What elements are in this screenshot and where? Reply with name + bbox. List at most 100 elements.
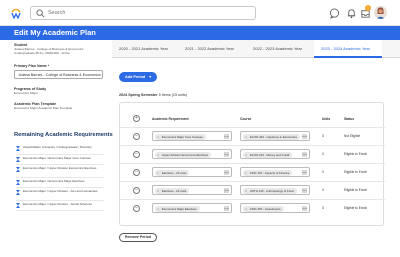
primary-plan-label: Primary Plan Name * — [14, 64, 50, 68]
user-avatar[interactable] — [374, 6, 387, 19]
chat-icon[interactable] — [329, 8, 340, 19]
hourglass-icon — [16, 179, 20, 185]
course-pill-label: ECON 443 - Capstone in Economics — [250, 135, 297, 139]
page-header: Edit My Academic Plan — [0, 26, 400, 40]
add-period-label: Add Period — [125, 75, 146, 79]
remove-pill-icon[interactable]: × — [245, 134, 247, 140]
requirement-item-label: Ahead Matter University / Undergraduate … — [23, 145, 92, 149]
course-selector[interactable]: × FINC 287 - Investments — [240, 203, 310, 213]
course-pill[interactable]: × ANTH 143 - Anthropology of Food — [243, 188, 297, 194]
add-period-button[interactable]: Add Period ▼ — [119, 72, 157, 82]
table-row: − × Upper Division Economics Electives × E… — [120, 145, 385, 162]
table-row: − × Electives - 23 units × FINC 187 - Aspe… — [120, 163, 385, 180]
academic-year-tabs: 2020 - 2021 Academic Year 2021 - 2022 Ac… — [112, 40, 400, 58]
list-icon[interactable] — [302, 206, 307, 211]
units-value: 3 — [322, 206, 324, 210]
hourglass-icon — [16, 202, 20, 208]
tab-2023-2024[interactable]: 2023 - 2024 Academic Year — [314, 40, 382, 58]
hourglass-icon — [16, 156, 20, 162]
bell-icon[interactable] — [346, 8, 357, 19]
units-value: 3 — [322, 188, 324, 192]
requirement-item[interactable]: Ahead Matter University / Undergraduate … — [16, 144, 104, 155]
remove-row-button[interactable]: − — [133, 133, 140, 140]
list-icon[interactable] — [224, 152, 229, 157]
list-icon[interactable] — [302, 170, 307, 175]
remove-pill-icon[interactable]: × — [157, 152, 159, 158]
workday-logo-icon[interactable] — [10, 7, 22, 19]
remove-pill-icon[interactable]: × — [245, 152, 247, 158]
remove-pill-icon[interactable]: × — [245, 206, 247, 212]
requirement-item[interactable]: Economics Major / Economics Major Electi… — [16, 178, 104, 188]
requirement-item-label: Economics Major / Upper Division - Arts … — [23, 189, 98, 193]
remove-pill-icon[interactable]: × — [157, 188, 159, 194]
remove-pill-icon[interactable]: × — [157, 206, 159, 212]
semester-units: 5 Items (15 units) — [158, 93, 188, 97]
course-pill[interactable]: × ECON 443 - Capstone in Economics — [243, 134, 300, 140]
list-icon[interactable] — [302, 188, 307, 193]
search-input[interactable]: Search — [30, 6, 256, 20]
course-pill-label: FINC 187 - Aspects of Finance — [250, 171, 290, 175]
status-value: Not Eligible — [344, 134, 361, 138]
units-value: 3 — [322, 152, 324, 156]
template-value: Economics Major Academic Plan Template — [14, 106, 73, 110]
list-icon[interactable] — [224, 170, 229, 175]
requirement-pill[interactable]: × Electives - 23 units — [155, 188, 190, 194]
column-header-course: Course — [240, 117, 252, 121]
requirement-selector[interactable]: × Electives - 23 units — [152, 185, 232, 195]
course-pill[interactable]: × ECON 243 - Money and Credit — [243, 152, 293, 158]
remove-period-button[interactable]: Remove Period — [119, 233, 157, 242]
requirement-item-label: Economics Major / Upper Division - Socia… — [23, 201, 92, 206]
tab-2021-2022[interactable]: 2021 - 2022 Academic Year — [178, 40, 246, 58]
requirement-selector[interactable]: × Upper Division Economics Electives — [152, 149, 232, 159]
course-selector[interactable]: × ECON 443 - Capstone in Economics — [240, 131, 310, 141]
requirement-selector[interactable]: × Economics Major Electives — [152, 203, 232, 213]
semester-course-grid: + Academic Requirement Course Units Stat… — [119, 102, 385, 226]
list-icon[interactable] — [302, 134, 307, 139]
requirement-item[interactable]: Economics Major / Upper Division - Socia… — [16, 201, 104, 211]
semester-title: 2024 Spring Semester 5 Items (15 units) — [119, 93, 187, 98]
course-selector[interactable]: × ANTH 143 - Anthropology of Food — [240, 185, 310, 195]
requirement-pill[interactable]: × Electives - 23 units — [155, 170, 190, 176]
remove-row-button[interactable]: − — [133, 205, 140, 212]
tab-2020-2021[interactable]: 2020 - 2021 Academic Year — [112, 40, 178, 58]
list-icon[interactable] — [224, 134, 229, 139]
course-pill[interactable]: × FINC 287 - Investments — [243, 206, 284, 212]
search-placeholder: Search — [48, 10, 66, 16]
remove-pill-icon[interactable]: × — [157, 134, 159, 140]
remove-pill-icon[interactable]: × — [245, 188, 247, 194]
inbox-count-badge: 1 — [365, 5, 371, 11]
add-row-button[interactable]: + — [133, 115, 140, 122]
course-selector[interactable]: × ECON 243 - Money and Credit — [240, 149, 310, 159]
requirement-item[interactable]: Economics Major / Upper Division - Arts … — [16, 188, 104, 201]
remove-row-button[interactable]: − — [133, 169, 140, 176]
list-icon[interactable] — [224, 188, 229, 193]
requirement-item[interactable]: Economics Major / Upper Division Economi… — [16, 165, 104, 178]
table-row: − × Electives - 23 units × ANTH 143 - Anth… — [120, 181, 385, 198]
course-pill[interactable]: × FINC 187 - Aspects of Finance — [243, 170, 293, 176]
requirement-pill-label: Upper Division Economics Electives — [162, 153, 209, 157]
remove-row-button[interactable]: − — [133, 187, 140, 194]
status-value: Eligible to Enroll — [344, 152, 367, 156]
remove-row-button[interactable]: − — [133, 151, 140, 158]
remove-pill-icon[interactable]: × — [245, 170, 247, 176]
remove-pill-icon[interactable]: × — [157, 170, 159, 176]
units-value: 3 — [322, 170, 324, 174]
requirement-pill[interactable]: × Economics Major Core Courses — [155, 134, 206, 140]
tab-2022-2023[interactable]: 2022 - 2023 Academic Year — [246, 40, 314, 58]
list-icon[interactable] — [302, 152, 307, 157]
list-icon[interactable] — [224, 206, 229, 211]
remaining-requirements-list: Ahead Matter University / Undergraduate … — [16, 144, 104, 211]
primary-plan-input[interactable]: Juliana Barnes - College of Business & E… — [14, 70, 103, 79]
requirement-item[interactable]: Economics Major / Economics Major Core C… — [16, 155, 104, 165]
page-title: Edit My Academic Plan — [14, 28, 96, 37]
course-selector[interactable]: × FINC 187 - Aspects of Finance — [240, 167, 310, 177]
requirement-item-label: Economics Major / Economics Major Electi… — [23, 178, 85, 183]
requirement-selector[interactable]: × Economics Major Core Courses — [152, 131, 232, 141]
requirement-selector[interactable]: × Electives - 23 units — [152, 167, 232, 177]
requirement-pill[interactable]: × Upper Division Economics Electives — [155, 152, 212, 158]
hourglass-icon — [16, 146, 20, 151]
units-value: 3 — [322, 134, 324, 138]
requirement-pill-label: Electives - 23 units — [162, 171, 187, 175]
requirement-item-label: Economics Major / Economics Major Core C… — [23, 155, 91, 160]
requirement-pill[interactable]: × Economics Major Electives — [155, 206, 200, 212]
